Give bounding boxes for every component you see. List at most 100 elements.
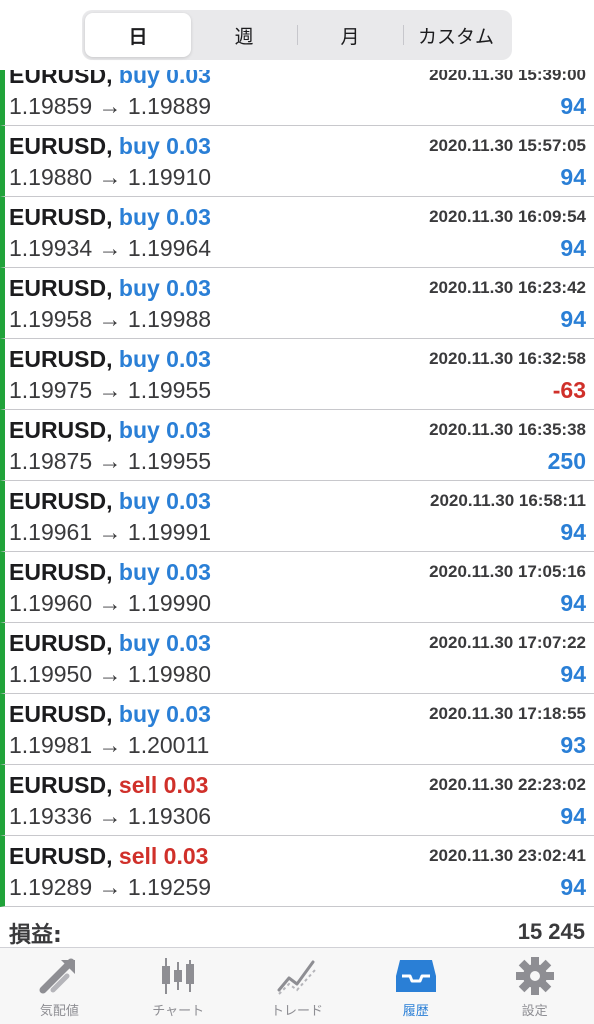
trade-row[interactable]: EURUSD, buy 0.03 1.19880 → 1.19910 2020.11…: [0, 126, 594, 197]
trade-time: 2020.11.30 17:07:22: [429, 633, 586, 652]
trade-history-list[interactable]: EURUSD, buy 0.03 1.19859 → 1.19889 2020.11…: [0, 55, 594, 907]
tab-chart-label: チャート: [152, 1004, 205, 1019]
trade-side: buy 0.03: [118, 275, 211, 301]
trade-symbol: EURUSD, buy 0.03: [9, 559, 211, 586]
trade-row[interactable]: EURUSD, sell 0.03 1.19289 → 1.19259 2020.1…: [0, 836, 594, 907]
tab-history-label: 履歴: [402, 1004, 429, 1019]
trade-profit: 93: [560, 732, 586, 758]
trade-profit: 94: [560, 164, 586, 190]
trade-time: 2020.11.30 15:57:05: [429, 136, 586, 155]
trade-row[interactable]: EURUSD, buy 0.03 1.19961 → 1.19991 2020.11…: [0, 481, 594, 552]
trade-row[interactable]: EURUSD, buy 0.03 1.19981 → 1.20011 2020.11…: [0, 694, 594, 765]
trade-symbol-name: EURUSD,: [9, 772, 113, 798]
tab-settings[interactable]: 設定: [475, 948, 594, 1024]
trade-row[interactable]: EURUSD, sell 0.03 1.19336 → 1.19306 2020.1…: [0, 765, 594, 836]
trade-profit: 250: [547, 448, 586, 474]
trade-prices: 1.19958 → 1.19988: [9, 306, 212, 332]
trade-row[interactable]: EURUSD, buy 0.03 1.19975 → 1.19955 2020.11…: [0, 339, 594, 410]
trade-prices: 1.19981 → 1.20011: [9, 732, 210, 758]
profit-summary-label: 損益:: [9, 923, 62, 948]
chart-icon: [162, 958, 195, 994]
trade-symbol: EURUSD, buy 0.03: [9, 630, 211, 657]
period-segmented-control: 日 週 月 カスタム: [82, 10, 512, 60]
period-header: 日 週 月 カスタム: [0, 0, 594, 70]
trade-profit: 94: [560, 874, 586, 900]
segment-month[interactable]: 月: [297, 13, 403, 57]
trade-profit: 94: [560, 306, 586, 332]
tab-trade-label: トレード: [270, 1004, 323, 1019]
segment-week[interactable]: 週: [191, 13, 297, 57]
trade-profit: 94: [560, 803, 586, 829]
trade-symbol: EURUSD, buy 0.03: [9, 417, 211, 444]
trade-prices: 1.19859 → 1.19889: [9, 93, 212, 119]
trade-time: 2020.11.30 23:02:41: [429, 846, 586, 865]
trade-profit: 94: [560, 235, 586, 261]
trade-row[interactable]: EURUSD, buy 0.03 1.19934 → 1.19964 2020.11…: [0, 197, 594, 268]
trade-symbol-name: EURUSD,: [9, 204, 113, 230]
trade-row[interactable]: EURUSD, buy 0.03 1.19950 → 1.19980 2020.11…: [0, 623, 594, 694]
trade-prices: 1.19336 → 1.19306: [9, 803, 212, 829]
trade-profit: 94: [560, 93, 586, 119]
trade-prices: 1.19961 → 1.19991: [9, 519, 212, 545]
trade-prices: 1.19934 → 1.19964: [9, 235, 212, 261]
trade-side: buy 0.03: [118, 559, 211, 585]
trade-time: 2020.11.30 17:18:55: [429, 704, 586, 723]
trade-symbol: EURUSD, buy 0.03: [9, 346, 211, 373]
trade-symbol-name: EURUSD,: [9, 843, 113, 869]
trade-symbol-name: EURUSD,: [9, 630, 113, 656]
trade-prices: 1.19960 → 1.19990: [9, 590, 212, 616]
trade-prices: 1.19289 → 1.19259: [9, 874, 212, 900]
trade-row[interactable]: EURUSD, buy 0.03 1.19960 → 1.19990 2020.11…: [0, 552, 594, 623]
tab-chart[interactable]: チャート: [119, 948, 238, 1024]
trade-time: 2020.11.30 17:05:16: [429, 562, 586, 581]
trade-symbol: EURUSD, buy 0.03: [9, 488, 211, 515]
trade-side: buy 0.03: [118, 133, 211, 159]
trade-symbol-name: EURUSD,: [9, 346, 113, 372]
trade-prices: 1.19950 → 1.19980: [9, 661, 212, 687]
trade-symbol: EURUSD, buy 0.03: [9, 701, 211, 728]
profit-summary-value: 15 245: [517, 919, 585, 944]
trade-symbol: EURUSD, buy 0.03: [9, 133, 211, 160]
trade-side: sell 0.03: [118, 843, 209, 869]
trade-row[interactable]: EURUSD, buy 0.03 1.19958 → 1.19988 2020.11…: [0, 268, 594, 339]
trade-symbol-name: EURUSD,: [9, 559, 113, 585]
trade-symbol: EURUSD, buy 0.03: [9, 275, 211, 302]
trade-time: 2020.11.30 16:58:11: [430, 491, 586, 510]
trade-side: buy 0.03: [118, 417, 211, 443]
trade-side: buy 0.03: [118, 488, 211, 514]
profit-summary: 損益: 15 245: [0, 907, 594, 948]
tab-history[interactable]: 履歴: [356, 948, 475, 1024]
trade-profit: 94: [560, 519, 586, 545]
trade-symbol-name: EURUSD,: [9, 701, 113, 727]
trade-symbol: EURUSD, sell 0.03: [9, 843, 208, 870]
tab-trade[interactable]: トレード: [238, 948, 357, 1024]
trade-side: buy 0.03: [118, 630, 211, 656]
trade-prices: 1.19875 → 1.19955: [9, 448, 212, 474]
trade-symbol-name: EURUSD,: [9, 417, 113, 443]
history-icon: [395, 960, 436, 992]
trade-time: 2020.11.30 16:09:54: [429, 207, 586, 226]
tab-quotes[interactable]: 気配値: [0, 948, 119, 1024]
trade-row[interactable]: EURUSD, buy 0.03 1.19875 → 1.19955 2020.11…: [0, 410, 594, 481]
trade-icon: [277, 960, 316, 995]
trade-time: 2020.11.30 22:23:02: [429, 775, 586, 794]
trade-symbol: EURUSD, buy 0.03: [9, 204, 211, 231]
trade-side: buy 0.03: [118, 204, 211, 230]
trade-prices: 1.19880 → 1.19910: [9, 164, 212, 190]
trade-time: 2020.11.30 16:23:42: [429, 278, 586, 297]
trade-time: 2020.11.30 16:35:38: [429, 420, 586, 439]
trade-symbol-name: EURUSD,: [9, 488, 113, 514]
quotes-icon: [39, 958, 76, 994]
settings-icon: [515, 957, 554, 995]
trade-side: sell 0.03: [118, 772, 209, 798]
trade-symbol-name: EURUSD,: [9, 275, 113, 301]
trade-prices: 1.19975 → 1.19955: [9, 377, 212, 403]
bottom-tab-bar: 気配値 チャート トレード 履歴 設定: [0, 947, 594, 1024]
segment-custom[interactable]: カスタム: [403, 13, 509, 57]
trade-symbol-name: EURUSD,: [9, 133, 113, 159]
trade-time: 2020.11.30 16:32:58: [429, 349, 586, 368]
trade-symbol: EURUSD, sell 0.03: [9, 772, 208, 799]
segment-day[interactable]: 日: [85, 13, 191, 57]
trade-side: buy 0.03: [118, 701, 211, 727]
trade-side: buy 0.03: [118, 346, 211, 372]
